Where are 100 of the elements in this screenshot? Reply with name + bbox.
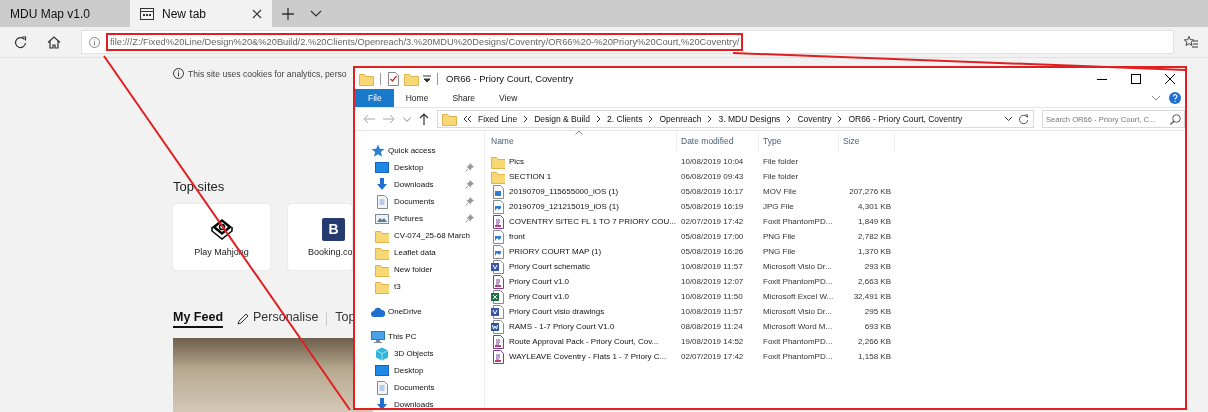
file-name[interactable]: Pics: [509, 157, 525, 166]
file-name[interactable]: WAYLEAVE Coventry - Flats 1 - 7 Priory C...: [509, 352, 667, 361]
file-name[interactable]: SECTION 1: [509, 172, 552, 181]
booking-logo: B: [322, 217, 345, 241]
size-cell: 2,782 KB: [858, 232, 891, 241]
nav-item[interactable]: Documents: [355, 379, 484, 396]
breadcrumb-item[interactable]: OR66 - Priory Court, Coventry: [848, 114, 963, 124]
breadcrumb-item[interactable]: Openreach: [659, 114, 702, 124]
pdf-file-icon: [491, 349, 505, 364]
info-icon[interactable]: [89, 36, 100, 48]
column-header[interactable]: Type: [759, 131, 839, 151]
breadcrumb-item[interactable]: Fixed Line: [478, 114, 518, 124]
type-cell-text: Microsoft Visio Dr...: [762, 262, 833, 271]
date-cell-text: 10/08/2019 11:57: [680, 307, 744, 316]
browser-tab[interactable]: MDU Map v1.0: [0, 0, 130, 27]
file-name[interactable]: Priory Court v1.0: [509, 277, 570, 286]
image-file-icon: [491, 199, 505, 214]
image-file-icon: [491, 244, 505, 259]
type-cell-text: Foxit PhantomPD...: [762, 337, 834, 346]
visio-file-icon: [491, 304, 505, 319]
file-name[interactable]: 20190709_121215019_iOS (1): [509, 202, 619, 211]
chevron-right-icon: [648, 115, 654, 123]
type-cell-text: PNG File: [762, 247, 797, 256]
nav-item[interactable]: Desktop: [355, 362, 484, 379]
nav-item[interactable]: Quick access: [355, 142, 484, 159]
breadcrumb-item[interactable]: 2. Clients: [607, 114, 643, 124]
type-cell-text: MOV File: [762, 187, 798, 196]
type-cell-text: Microsoft Visio Dr...: [762, 307, 833, 316]
plus-icon[interactable]: [282, 7, 294, 20]
address-field[interactable]: file:///Z:/Fixed%20Line/Design%20&%20Build/2.%20Clients/Openreach/3.%20MDU%20Designs/Coventry/OR66%20-%20Priory%20Court,%20Coventry/: [81, 30, 1174, 54]
refresh-icon[interactable]: [1018, 113, 1029, 125]
nav-item[interactable]: CV-074_25-68 March: [355, 227, 484, 244]
dropdown-icon[interactable]: [1004, 116, 1013, 122]
file-name[interactable]: COVENTRY SITEC FL 1 TO 7 PRIORY COU...: [509, 217, 676, 226]
type-cell-text: Foxit PhantomPD...: [762, 277, 834, 286]
home-icon[interactable]: [47, 35, 61, 49]
file-name[interactable]: 20190709_115655000_iOS (1): [509, 187, 619, 196]
favorites-list-icon[interactable]: [1184, 36, 1198, 48]
nav-item[interactable]: Downloads: [355, 396, 484, 408]
pencil-icon: [237, 313, 249, 325]
refresh-icon[interactable]: [14, 35, 27, 49]
browser-tab[interactable]: New tab: [130, 0, 272, 27]
nav-item[interactable]: New folder: [355, 261, 484, 278]
ribbon-tab[interactable]: View: [487, 89, 530, 107]
nav-item[interactable]: Desktop: [355, 159, 484, 176]
file-name[interactable]: front: [509, 232, 525, 241]
search-icon[interactable]: [1170, 113, 1181, 125]
file-name[interactable]: Priory Court v1.0: [509, 292, 570, 301]
date-cell-text: 06/08/2019 09:43: [680, 172, 745, 181]
date-cell-text: 10/08/2019 11:50: [680, 292, 744, 301]
size-cell: 207,276 KB: [849, 187, 891, 196]
chevron-right-icon: [707, 115, 713, 123]
customize-dropdown-icon[interactable]: [423, 74, 431, 83]
file-name[interactable]: Route Approval Pack - Priory Court, Cov...: [509, 337, 659, 346]
column-header[interactable]: Name: [487, 131, 677, 151]
section-heading: Top sites: [173, 179, 225, 194]
nav-item[interactable]: Documents: [355, 193, 484, 210]
date-cell-text: 05/08/2019 16:17: [680, 187, 745, 196]
nav-item[interactable]: Downloads: [355, 176, 484, 193]
file-name[interactable]: Priory Court schematic: [509, 262, 590, 271]
nav-item[interactable]: OneDrive: [355, 303, 484, 320]
ribbon-tab[interactable]: File: [355, 89, 394, 107]
nav-item[interactable]: Pictures: [355, 210, 484, 227]
file-name[interactable]: RAMS - 1-7 Priory Court V1.0: [509, 322, 615, 331]
close-icon[interactable]: [252, 8, 262, 19]
download-arrow-icon: [375, 177, 389, 192]
file-name[interactable]: Priory Court visio drawings: [509, 307, 605, 316]
folder-icon: [375, 262, 389, 277]
chevron-down-icon[interactable]: [310, 10, 322, 17]
ribbon-tab[interactable]: Home: [393, 89, 441, 107]
nav-item[interactable]: This PC: [355, 328, 484, 345]
up-arrow-icon[interactable]: [419, 113, 429, 125]
date-cell-text: 05/08/2019 16:19: [680, 202, 745, 211]
nav-item[interactable]: 3D Objects: [355, 345, 484, 362]
feed-tab[interactable]: My Feed: [173, 310, 223, 328]
ribbon-tab[interactable]: Share: [440, 89, 488, 107]
chevron-right-icon: [523, 115, 529, 123]
mahjong-tile-icon: [210, 218, 233, 240]
breadcrumb-item[interactable]: Coventry: [797, 114, 832, 124]
breadcrumb-item[interactable]: Design & Build: [534, 114, 590, 124]
pictures-icon: [375, 211, 389, 226]
window-title: OR66 - Priory Court, Coventry: [446, 73, 574, 84]
monitor-icon: [371, 329, 385, 344]
nav-item[interactable]: t3: [355, 278, 484, 295]
close-icon[interactable]: [1165, 73, 1175, 84]
column-header[interactable]: Date modified: [677, 131, 759, 151]
help-icon[interactable]: [1169, 92, 1181, 104]
properties-icon[interactable]: [387, 71, 400, 86]
site-tile[interactable]: B Booking.co: [288, 204, 352, 270]
file-name[interactable]: PRIORY COURT MAP (1): [509, 247, 602, 256]
download-arrow-icon: [375, 397, 389, 408]
column-header[interactable]: Size: [839, 131, 895, 151]
address-bar[interactable]: Fixed Line Design & Build 2. Clients Openreach 3. MDU Designs Coventry OR66 - Priory Court, Coventry: [437, 110, 1034, 128]
recent-locations-icon[interactable]: [403, 116, 411, 122]
nav-item[interactable]: Leaflet data: [355, 244, 484, 261]
expand-ribbon-icon[interactable]: [1151, 95, 1161, 101]
maximize-icon[interactable]: [1131, 73, 1141, 84]
url-text: file:///Z:/Fixed%20Line/Design%20&%20Build/2.%20Clients/Openreach/3.%20MDU%20Designs/Coventry/OR66%20-%20Priory%20Court,%20Coventry/: [110, 37, 740, 47]
breadcrumb-item[interactable]: 3. MDU Designs: [718, 114, 781, 124]
star-icon: [371, 143, 385, 158]
